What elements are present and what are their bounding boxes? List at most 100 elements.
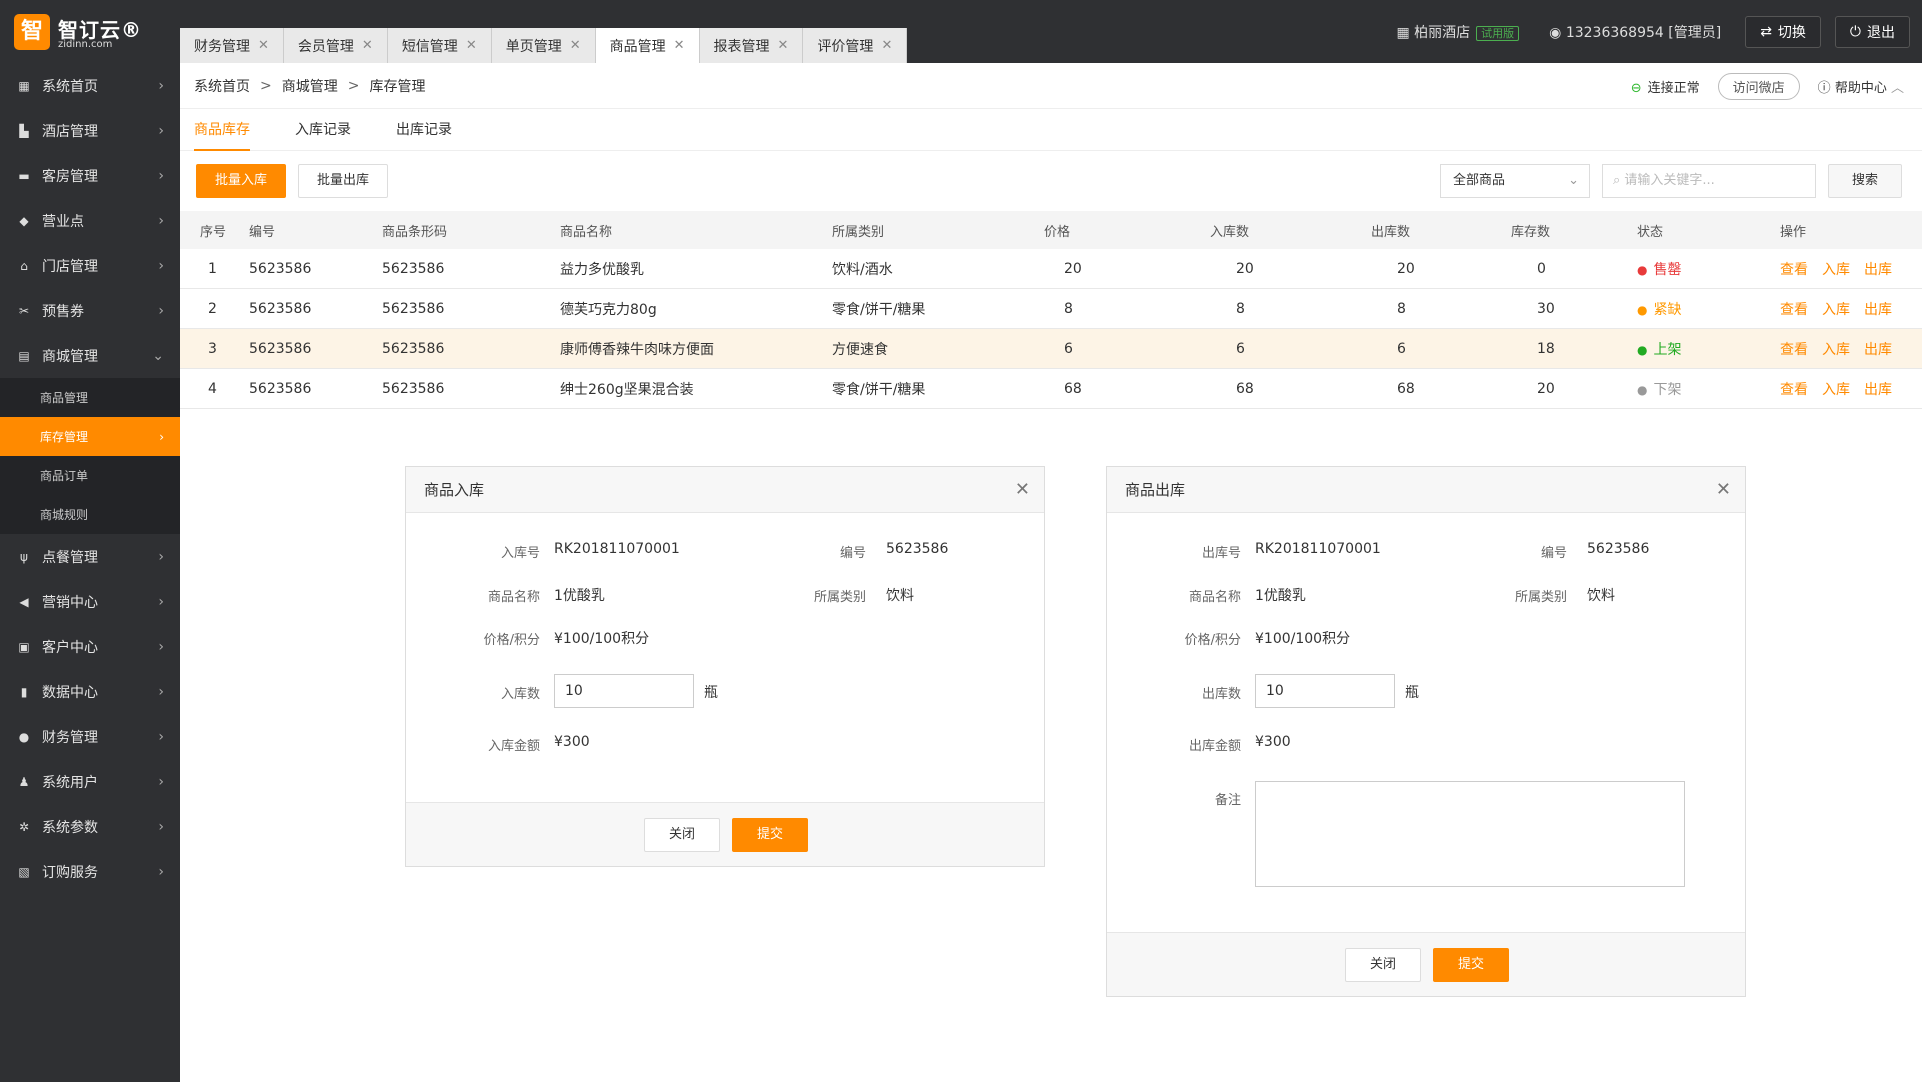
view-link[interactable]: 查看 <box>1780 262 1808 278</box>
tab-review[interactable]: 评价管理 ✕ <box>803 28 908 63</box>
tab-goods[interactable]: 商品管理 ✕ <box>595 28 700 63</box>
visit-shop-button[interactable]: 访问微店 <box>1717 73 1800 100</box>
cell-no: 4 <box>208 380 217 397</box>
sidebar-item-hotel[interactable]: ▙ 酒店管理 › <box>0 108 180 153</box>
breadcrumb-separator: > <box>260 77 272 94</box>
link-icon: ⊖ <box>1630 81 1642 96</box>
sidebar-item-mall[interactable]: ▤ 商城管理 ⌄ <box>0 333 180 378</box>
sidebar-item-ordering[interactable]: ψ 点餐管理 › <box>0 534 180 579</box>
category-select[interactable]: 全部商品 ⌄ <box>1440 164 1590 198</box>
close-icon[interactable]: ✕ <box>258 38 269 53</box>
sidebar-item-label: 点餐管理 <box>42 549 98 566</box>
close-button[interactable]: 关闭 <box>644 818 720 852</box>
chevron-right-icon: › <box>158 77 164 94</box>
sidebar-item-outlet[interactable]: ◆ 营业点 › <box>0 198 180 243</box>
stock-out-link[interactable]: 出库 <box>1864 262 1892 278</box>
sidebar-sub-orders[interactable]: 商品订单 <box>0 456 180 495</box>
cell-barcode: 5623586 <box>382 340 445 357</box>
close-icon[interactable]: ✕ <box>570 38 581 53</box>
stock-out-link[interactable]: 出库 <box>1864 342 1892 358</box>
submit-button[interactable]: 提交 <box>732 818 808 852</box>
breadcrumb-home[interactable]: 系统首页 <box>194 76 250 96</box>
field-label: 编号 <box>839 546 866 561</box>
sidebar-item-users[interactable]: ♟ 系统用户 › <box>0 759 180 804</box>
tab-stock[interactable]: 商品库存 <box>194 109 250 151</box>
hotel-icon: ▙ <box>19 123 29 138</box>
view-link[interactable]: 查看 <box>1780 382 1808 398</box>
sidebar-sub-inventory[interactable]: 库存管理 › <box>0 417 180 456</box>
sidebar-item-room[interactable]: ▬ 客房管理 › <box>0 153 180 198</box>
close-icon[interactable]: ✕ <box>674 38 685 53</box>
stock-in-link[interactable]: 入库 <box>1822 262 1850 278</box>
logout-button[interactable]: ⏻ 退出 <box>1834 16 1910 48</box>
stock-out-link[interactable]: 出库 <box>1864 382 1892 398</box>
tab-finance[interactable]: 财务管理 ✕ <box>180 28 284 63</box>
cell-out: 68 <box>1397 380 1415 397</box>
stock-in-quantity-input[interactable]: 10 <box>554 674 694 708</box>
batch-out-button[interactable]: 批量出库 <box>298 164 388 198</box>
search-button[interactable]: 搜索 <box>1828 164 1902 198</box>
close-button[interactable]: 关闭 <box>1345 948 1421 982</box>
stock-in-link[interactable]: 入库 <box>1822 302 1850 318</box>
search-input[interactable]: ⌕ 请输入关键字... <box>1602 164 1816 198</box>
sidebar-item-marketing[interactable]: ◀ 营销中心 › <box>0 579 180 624</box>
row-actions: 查看 入库 出库 <box>1780 259 1922 279</box>
sidebar-item-finance[interactable]: ● 财务管理 › <box>0 714 180 759</box>
stock-out-dialog: 商品出库 ✕ 出库号 RK201811070001 编号 5623586 商品名称… <box>1106 466 1746 997</box>
cell-code: 5623586 <box>249 260 312 277</box>
cell-no: 2 <box>208 300 217 317</box>
view-link[interactable]: 查看 <box>1780 342 1808 358</box>
tab-out-records[interactable]: 出库记录 <box>396 109 452 151</box>
help-center-link[interactable]: ⓘ 帮助中心 ︿ <box>1818 77 1904 96</box>
submit-button[interactable]: 提交 <box>1433 948 1509 982</box>
sidebar-item-params[interactable]: ✲ 系统参数 › <box>0 804 180 849</box>
stock-in-link[interactable]: 入库 <box>1822 342 1850 358</box>
column-header: 出库数 <box>1371 224 1411 240</box>
status-badge: ● 上架 <box>1637 339 1780 359</box>
search-placeholder: 请输入关键字... <box>1624 173 1715 188</box>
building-icon: ▦ <box>1396 25 1410 41</box>
sidebar-sub-rules[interactable]: 商城规则 <box>0 495 180 534</box>
switch-button[interactable]: ⇄ 切换 <box>1745 16 1821 48</box>
sidebar-sub-goods[interactable]: 商品管理 <box>0 378 180 417</box>
view-link[interactable]: 查看 <box>1780 302 1808 318</box>
field-label: 编号 <box>1540 546 1567 561</box>
sidebar-item-service[interactable]: ▧ 订购服务 › <box>0 849 180 894</box>
sidebar-item-customer[interactable]: ▣ 客户中心 › <box>0 624 180 669</box>
cell-category: 零食/饼干/糖果 <box>832 301 926 318</box>
close-icon[interactable]: ✕ <box>881 38 892 53</box>
sidebar-item-data[interactable]: ▮ 数据中心 › <box>0 669 180 714</box>
tab-member[interactable]: 会员管理 ✕ <box>283 28 388 63</box>
table-row: 4 5623586 5623586 绅士260g坚果混合装 零食/饼干/糖果 6… <box>180 369 1922 409</box>
dialog-header: 商品出库 ✕ <box>1107 467 1745 513</box>
chevron-up-icon: ︿ <box>1890 81 1904 96</box>
chevron-right-icon: › <box>158 863 164 880</box>
sidebar-item-store[interactable]: ⌂ 门店管理 › <box>0 243 180 288</box>
tab-sms[interactable]: 短信管理 ✕ <box>387 28 492 63</box>
sidebar-item-label: 订购服务 <box>42 864 98 881</box>
batch-in-button[interactable]: 批量入库 <box>196 164 286 198</box>
stock-out-quantity-input[interactable]: 10 <box>1255 674 1395 708</box>
home-icon: ⌂ <box>20 258 28 273</box>
chevron-right-icon: › <box>159 429 164 444</box>
field-label: 所属类别 <box>813 590 866 605</box>
tab-page[interactable]: 单页管理 ✕ <box>491 28 596 63</box>
sidebar-item-home[interactable]: ▦ 系统首页 › <box>0 63 180 108</box>
remark-textarea[interactable] <box>1255 781 1685 887</box>
stock-in-link[interactable]: 入库 <box>1822 382 1850 398</box>
close-icon[interactable]: ✕ <box>466 38 477 53</box>
cell-price: 6 <box>1064 340 1073 357</box>
sidebar-item-label: 商城管理 <box>42 348 98 365</box>
column-header: 操作 <box>1780 224 1807 240</box>
tab-label: 会员管理 <box>297 38 354 55</box>
breadcrumb-mall[interactable]: 商城管理 <box>282 76 338 96</box>
close-icon[interactable]: ✕ <box>1015 467 1030 513</box>
stock-out-link[interactable]: 出库 <box>1864 302 1892 318</box>
field-label: 商品名称 <box>487 590 540 605</box>
sidebar-item-presale[interactable]: ✂ 预售券 › <box>0 288 180 333</box>
close-icon[interactable]: ✕ <box>1716 467 1731 513</box>
close-icon[interactable]: ✕ <box>362 38 373 53</box>
tab-in-records[interactable]: 入库记录 <box>295 109 351 151</box>
close-icon[interactable]: ✕ <box>778 38 789 53</box>
tab-report[interactable]: 报表管理 ✕ <box>699 28 804 63</box>
